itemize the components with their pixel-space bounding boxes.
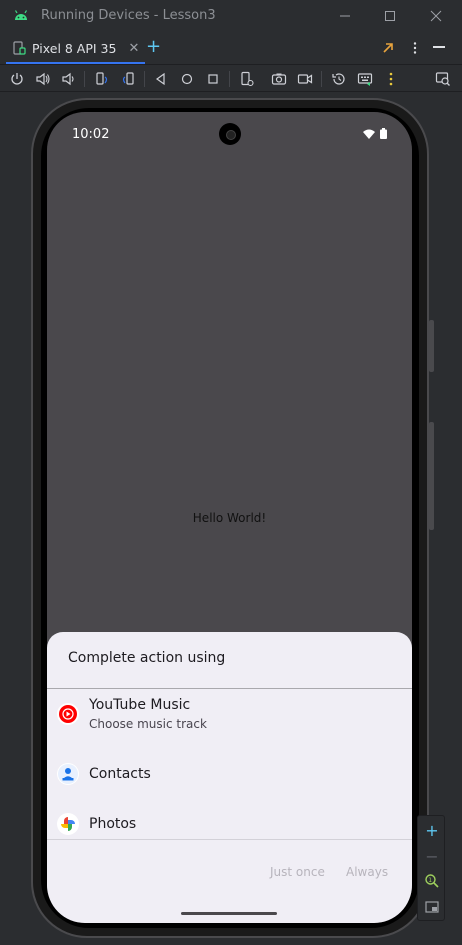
rotate-left-button[interactable] <box>93 70 111 88</box>
chooser-item-contacts[interactable]: Contacts <box>47 752 412 798</box>
expand-icon[interactable] <box>381 40 395 59</box>
back-button[interactable] <box>152 70 170 88</box>
device-settings-button[interactable] <box>238 70 256 88</box>
home-icon <box>181 73 193 85</box>
device-toolbar <box>0 64 462 92</box>
wifi-icon <box>363 129 375 139</box>
inspect-icon <box>435 72 450 86</box>
volume-up-button[interactable] <box>34 70 52 88</box>
always-button[interactable]: Always <box>346 865 388 879</box>
overview-button[interactable] <box>204 70 222 88</box>
status-icons <box>363 128 387 139</box>
chooser-bottom-divider <box>47 839 412 840</box>
screenshot-button[interactable] <box>270 70 288 88</box>
back-icon <box>155 72 165 86</box>
overview-icon <box>208 74 218 84</box>
volume-down-button[interactable] <box>59 70 77 88</box>
fit-screen-icon[interactable] <box>422 897 442 917</box>
camera-icon <box>271 73 287 85</box>
rotate-right-icon <box>122 72 134 85</box>
chooser-top-divider <box>47 688 412 689</box>
device-screen[interactable]: 10:02 Hello World! Complete action using… <box>47 112 412 923</box>
chooser-item-name: Contacts <box>89 766 151 782</box>
video-icon <box>297 74 313 84</box>
zoom-fit-icon[interactable]: 1 <box>422 871 442 891</box>
more-options-icon[interactable] <box>408 40 422 59</box>
history-icon <box>332 73 345 85</box>
chooser-item-photos[interactable]: Photos <box>47 802 412 848</box>
chooser-title: Complete action using <box>68 650 226 666</box>
chooser-item-subtitle: Choose music track <box>89 717 207 731</box>
rotate-right-button[interactable] <box>119 70 137 88</box>
close-button[interactable] <box>423 4 449 28</box>
chooser-item-name: Photos <box>89 816 137 832</box>
keyboard-button[interactable] <box>356 70 374 88</box>
add-tab-icon[interactable]: + <box>146 38 161 56</box>
layout-inspector-button[interactable] <box>434 70 452 88</box>
device-settings-icon <box>241 71 254 87</box>
chooser-item-name: YouTube Music <box>89 697 191 713</box>
zoom-controls: + − 1 <box>417 815 445 921</box>
hide-panel-icon[interactable] <box>433 46 445 48</box>
minimize-icon <box>340 15 350 17</box>
contacts-icon <box>57 763 79 785</box>
front-camera <box>219 123 241 145</box>
snapshot-button[interactable] <box>330 70 348 88</box>
close-icon <box>430 10 442 22</box>
photos-icon <box>57 813 79 835</box>
zoom-in-icon[interactable]: + <box>422 820 442 840</box>
toolbar-more-button[interactable] <box>382 70 400 88</box>
maximize-button[interactable] <box>377 4 403 28</box>
home-button[interactable] <box>178 70 196 88</box>
keyboard-icon <box>357 73 373 86</box>
device-icon <box>13 41 26 55</box>
tab-label: Pixel 8 API 35 <box>32 40 117 56</box>
maximize-icon <box>385 11 395 21</box>
volume-down-icon <box>62 72 74 86</box>
youtube-music-icon <box>57 703 79 725</box>
side-power-key <box>429 320 434 372</box>
chooser-item-youtube-music[interactable]: YouTube Music Choose music track <box>47 693 412 739</box>
status-bar-time: 10:02 <box>72 127 110 142</box>
power-button[interactable] <box>8 70 26 88</box>
tab-pixel-8[interactable]: Pixel 8 API 35 ✕ <box>6 34 146 64</box>
record-button[interactable] <box>296 70 314 88</box>
title-bar: Running Devices - Lesson3 <box>0 0 462 32</box>
tab-close-icon[interactable]: ✕ <box>128 41 139 56</box>
battery-icon <box>380 128 387 139</box>
more-vertical-icon <box>389 72 393 86</box>
window-title: Running Devices - Lesson3 <box>41 8 216 23</box>
volume-up-icon <box>36 72 50 86</box>
rotate-left-icon <box>96 72 108 85</box>
side-volume-key <box>429 422 434 530</box>
hello-world-text: Hello World! <box>192 511 267 525</box>
minimize-button[interactable] <box>332 4 358 28</box>
android-icon <box>14 10 28 20</box>
chooser-sheet: Complete action using YouTube Music Choo… <box>47 632 412 923</box>
just-once-button[interactable]: Just once <box>270 865 325 879</box>
gesture-handle[interactable] <box>181 912 277 915</box>
zoom-out-icon[interactable]: − <box>422 846 442 866</box>
power-icon <box>11 73 23 85</box>
svg-text:1: 1 <box>428 877 432 884</box>
